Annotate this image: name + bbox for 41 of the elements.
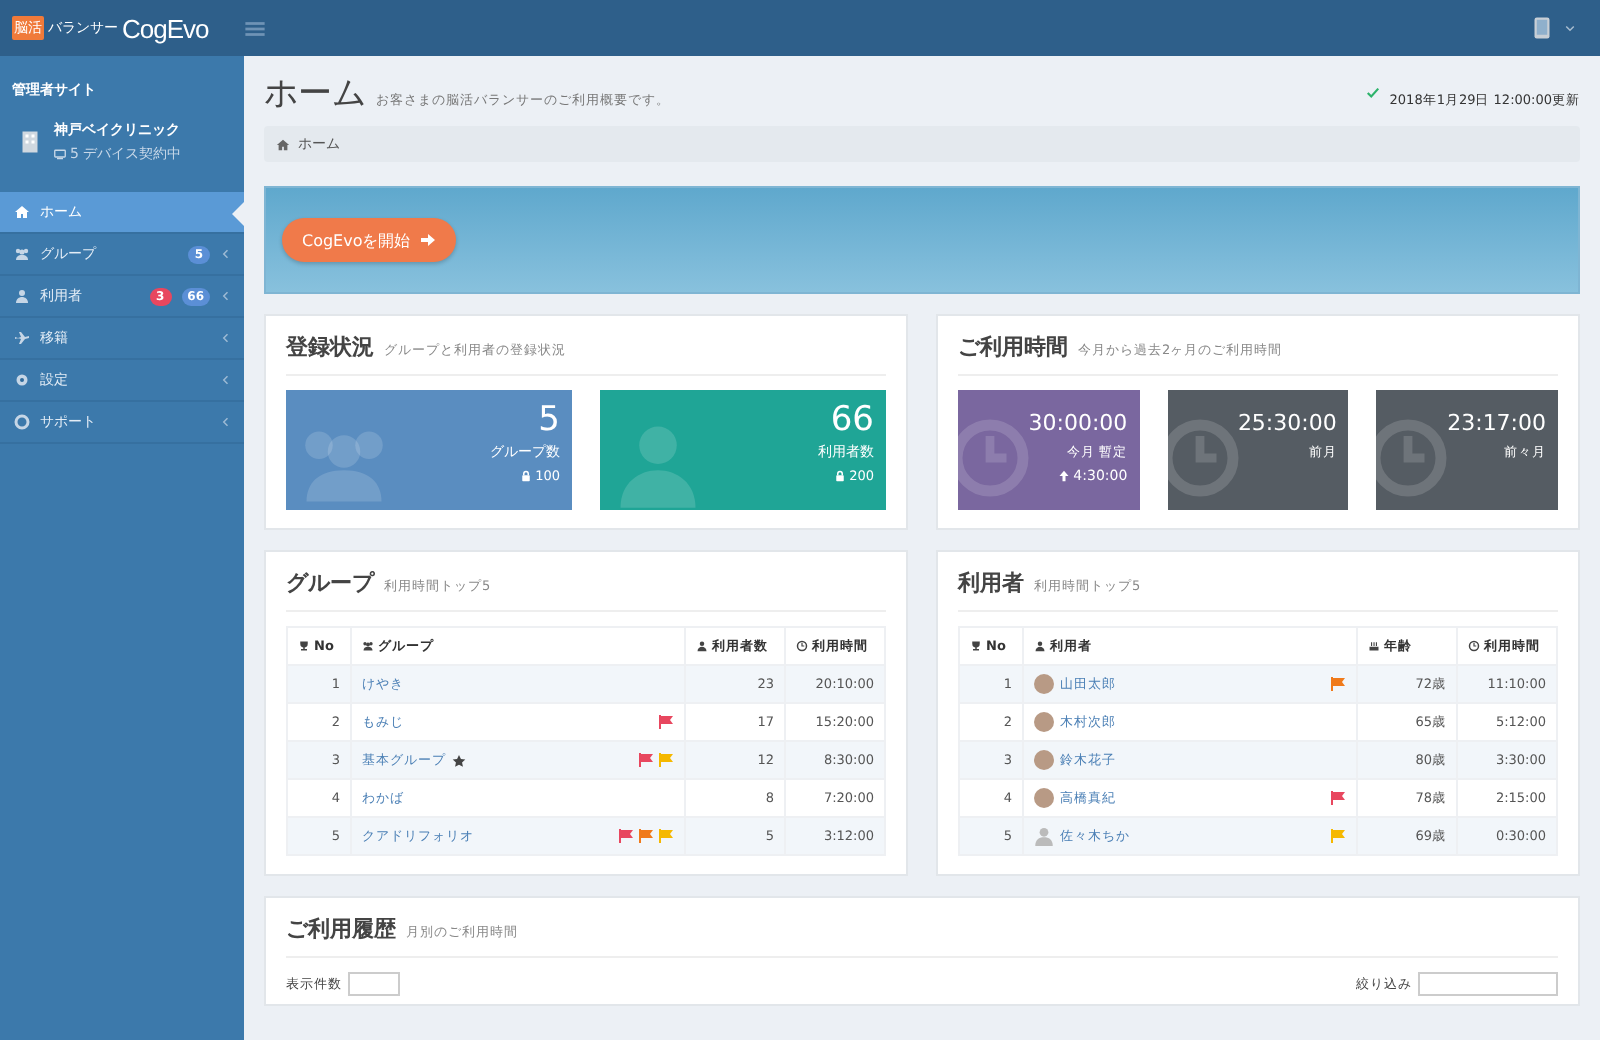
airplane-icon	[14, 330, 30, 346]
cake-icon	[1368, 640, 1380, 652]
arrow-up-icon	[1057, 470, 1070, 482]
tablet-icon	[1530, 14, 1554, 42]
settings-icon	[14, 372, 30, 388]
page-title: ホーム	[264, 72, 366, 116]
user-icon	[1034, 640, 1046, 652]
panel-title: 登録状況	[286, 332, 374, 362]
user-icon	[14, 288, 30, 304]
panel-title: ご利用時間	[958, 332, 1068, 362]
caret-icon	[1564, 22, 1576, 34]
lock-icon	[833, 470, 846, 482]
trophy-icon	[970, 640, 982, 653]
check-icon	[1365, 86, 1380, 100]
clock-icon	[958, 414, 1034, 502]
clock-icon	[1468, 640, 1480, 652]
time-value: 30:00:00	[1028, 408, 1128, 440]
arrow-right-icon	[420, 232, 437, 248]
logo-wordmark: CogEvo	[122, 13, 209, 43]
panel-title: ご利用履歴	[286, 914, 396, 944]
trophy-icon	[298, 640, 310, 653]
lifebuoy-icon	[14, 414, 30, 430]
home-icon	[276, 137, 290, 151]
monitor-icon	[54, 148, 66, 160]
time-value: 23:17:00	[1447, 408, 1547, 440]
user-icon	[696, 640, 708, 652]
home-icon	[14, 204, 30, 220]
filter-field[interactable]	[1418, 972, 1558, 996]
lock-icon	[519, 470, 532, 482]
show-count-field[interactable]	[348, 972, 400, 996]
time-value: 25:30:00	[1237, 408, 1337, 440]
clock-icon	[796, 640, 808, 652]
start-button[interactable]: CogEvoを開始	[282, 218, 457, 262]
group-icon	[14, 246, 30, 262]
building-icon	[18, 126, 42, 158]
stat-value: 66	[830, 400, 874, 440]
stat-value: 5	[538, 400, 560, 440]
group-icon	[362, 640, 374, 652]
panel-title: 利用者	[958, 568, 1024, 598]
panel-title: グループ	[286, 568, 374, 598]
menu-icon[interactable]	[244, 17, 266, 39]
